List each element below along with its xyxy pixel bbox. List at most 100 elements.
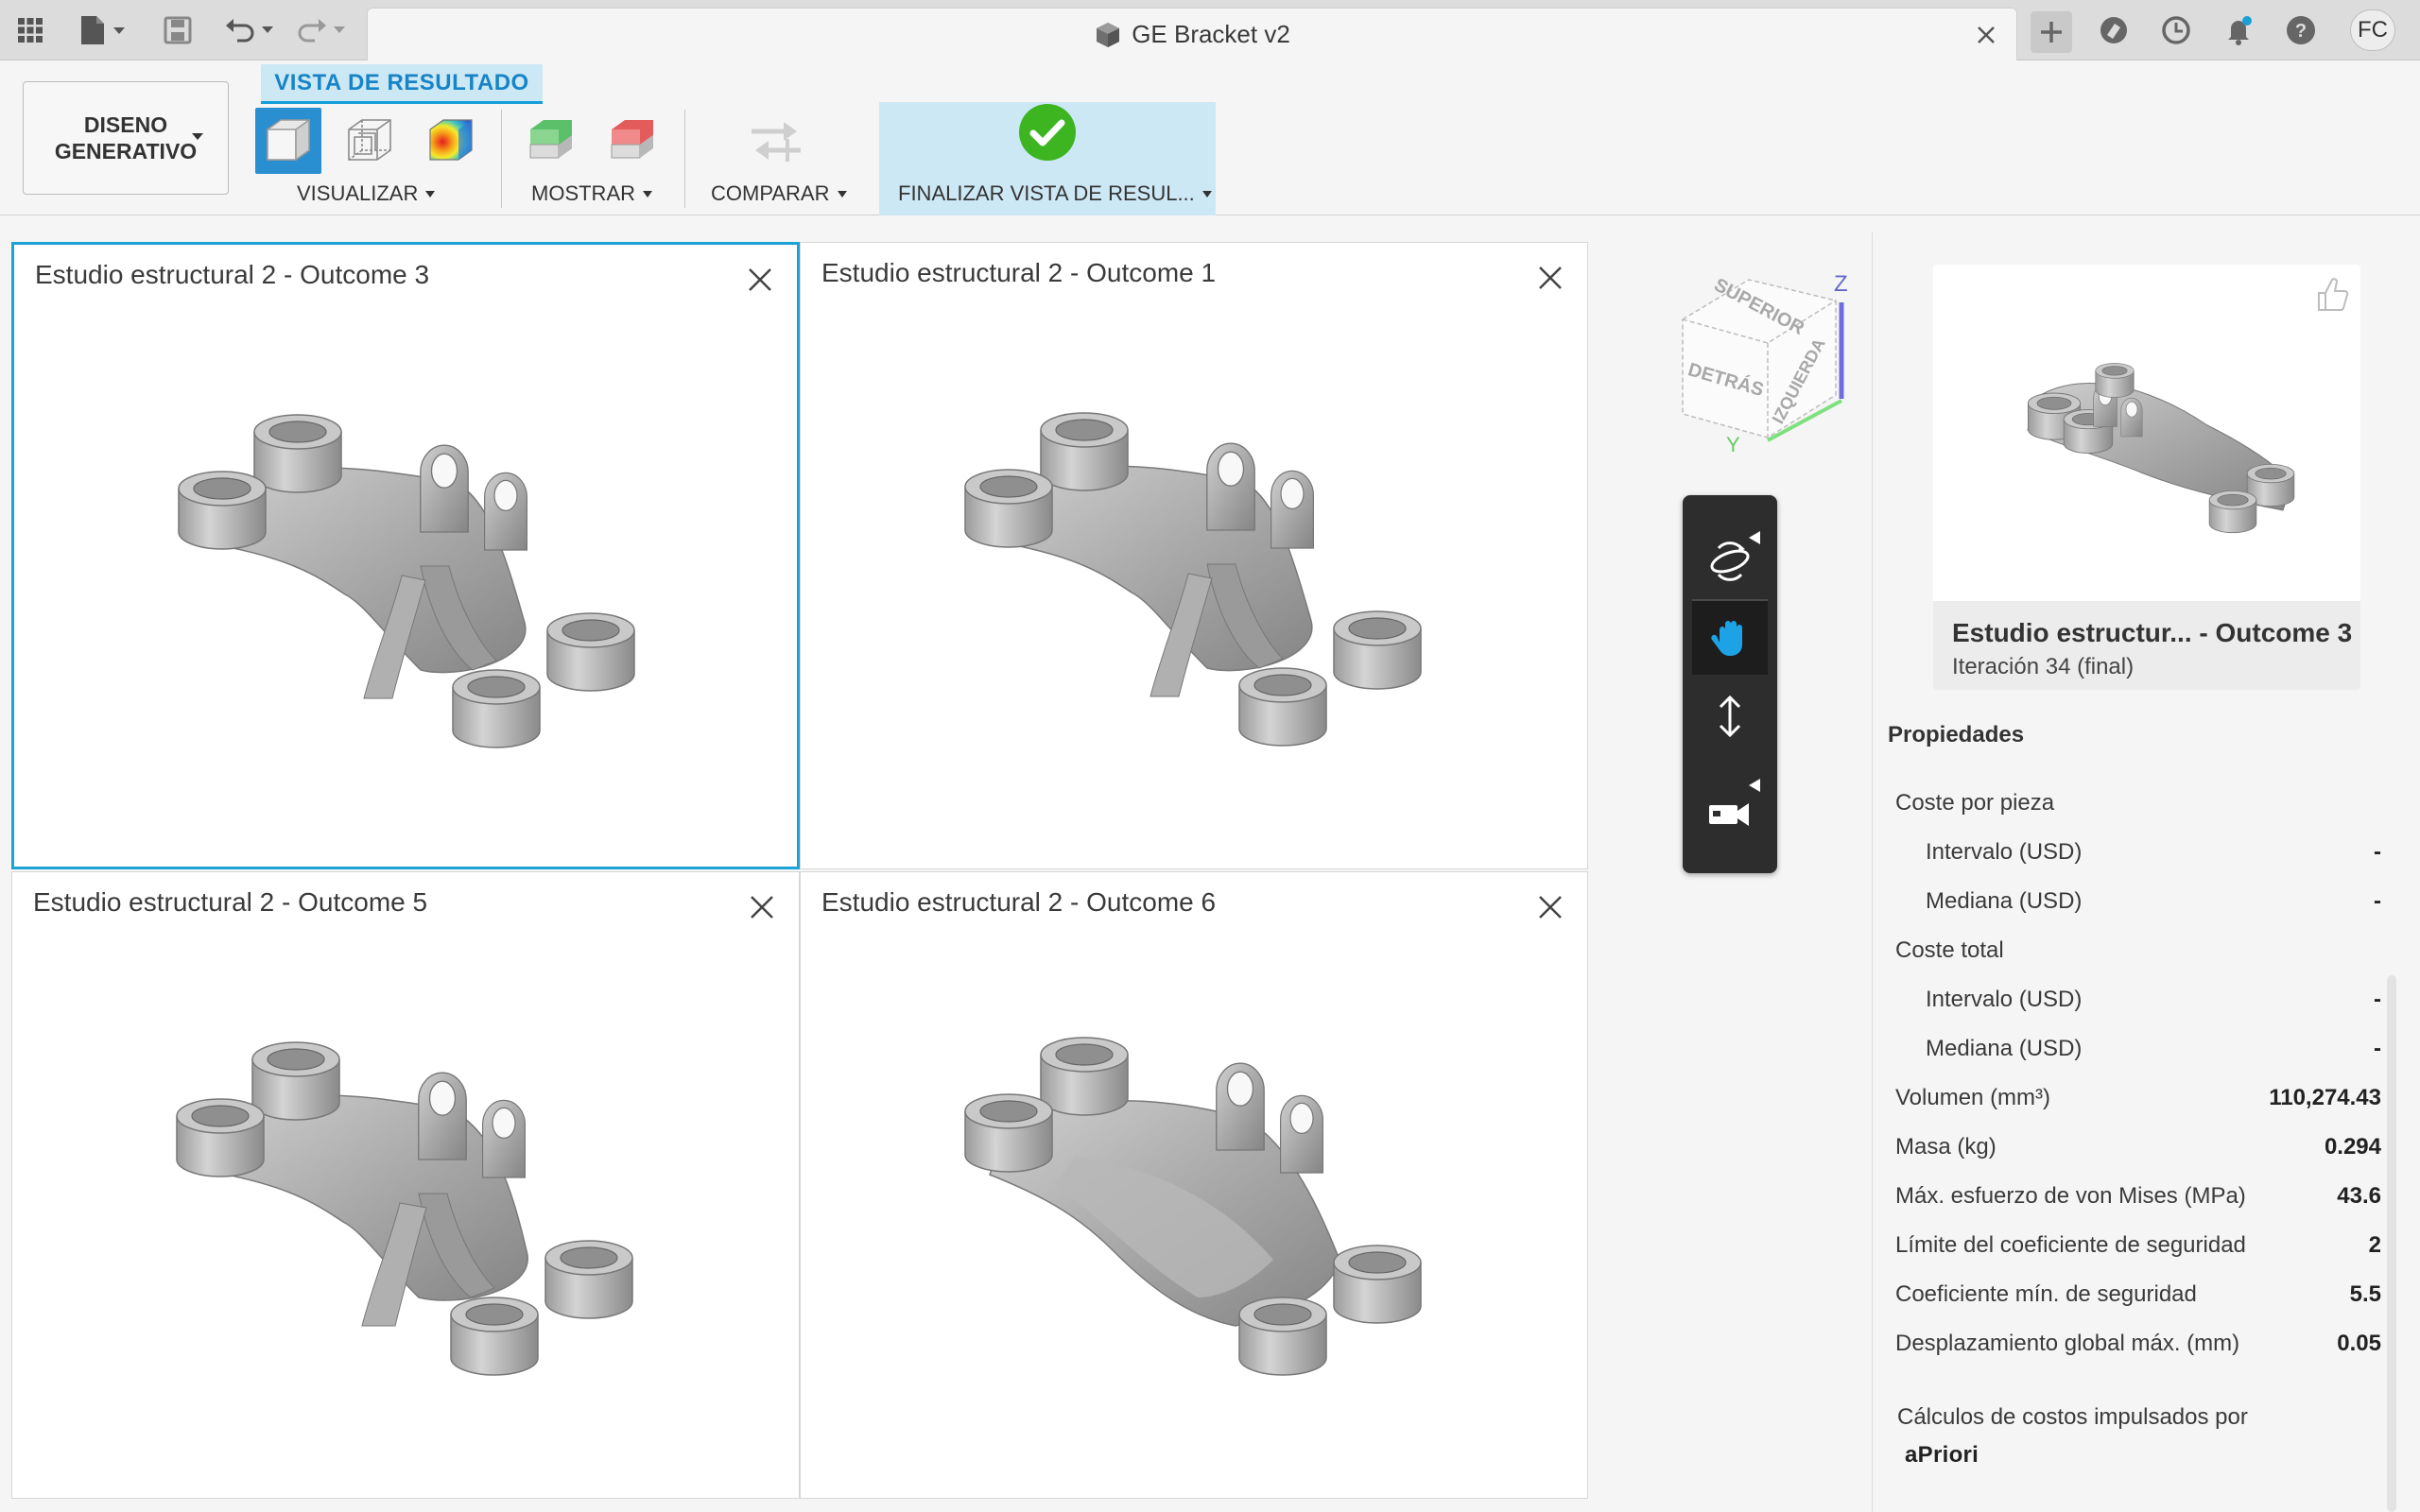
help-icon[interactable]: ? — [2282, 11, 2320, 49]
property-label: Mediana (USD) — [1926, 1036, 2083, 1061]
property-label: Coeficiente mín. de seguridad — [1895, 1281, 2197, 1307]
apriori-logo: aPriori — [1905, 1442, 1979, 1468]
property-row: Mediana (USD) - — [1926, 881, 2381, 922]
chevron-down-icon — [425, 190, 436, 198]
show-red-body-icon[interactable] — [599, 108, 666, 174]
camera-menu-arrow-icon[interactable] — [1749, 779, 1760, 792]
property-label: Coste total — [1895, 937, 2004, 963]
finish-result-view-group[interactable]: FINALIZAR VISTA DE RESUL... — [879, 102, 1216, 215]
property-label: Intervalo (USD) — [1926, 839, 2083, 865]
compare-arrows-icon[interactable] — [743, 108, 809, 174]
z-axis-label: Z — [1834, 271, 1848, 297]
property-value: 43.6 — [2337, 1183, 2381, 1209]
orbit-menu-arrow-icon[interactable] — [1749, 531, 1760, 544]
workspace-label: DISENO GENERATIVO — [54, 112, 198, 163]
show-green-body-icon[interactable] — [518, 108, 584, 174]
file-menu-icon[interactable] — [74, 11, 130, 49]
property-value: 2 — [2368, 1232, 2381, 1258]
orbit-button[interactable] — [1692, 524, 1768, 599]
ribbon-toolbar: DISENO GENERATIVO VISTA DE RESULTADO VIS… — [0, 60, 2420, 215]
bracket-model-render[interactable] — [147, 387, 676, 783]
viewport-outcome-6[interactable]: Estudio estructural 2 - Outcome 6 — [800, 871, 1588, 1499]
outcome-card[interactable]: Estudio estructur... - Outcome 3 Iteraci… — [1933, 265, 2360, 690]
property-label: Máx. esfuerzo de von Mises (MPa) — [1895, 1183, 2246, 1209]
show-group-label[interactable]: MOSTRAR — [531, 181, 652, 206]
viewport-outcome-3[interactable]: Estudio estructural 2 - Outcome 3 — [11, 242, 800, 869]
viewport-outcome-5[interactable]: Estudio estructural 2 - Outcome 5 — [11, 871, 800, 1499]
property-row: Límite del coeficiente de seguridad 2 — [1895, 1225, 2381, 1266]
close-icon[interactable] — [744, 264, 776, 296]
chevron-down-icon — [837, 190, 847, 198]
property-value: 110,274.43 — [2269, 1085, 2381, 1110]
pan-button[interactable] — [1692, 599, 1768, 675]
document-title: GE Bracket v2 — [1132, 20, 1290, 48]
app-grid-icon[interactable] — [11, 11, 49, 49]
zoom-button[interactable] — [1692, 679, 1768, 754]
chevron-down-icon — [643, 190, 652, 198]
y-axis-label: Y — [1726, 433, 1740, 452]
property-label: Volumen (mm³) — [1895, 1085, 2051, 1110]
property-row: Desplazamiento global máx. (mm) 0.05 — [1895, 1323, 2381, 1365]
property-row: Coeficiente mín. de seguridad 5.5 — [1895, 1274, 2381, 1315]
property-value: - — [2374, 888, 2381, 914]
property-row: Intervalo (USD) - — [1926, 979, 2381, 1021]
save-icon[interactable] — [159, 11, 197, 49]
close-icon[interactable] — [1534, 262, 1566, 294]
properties-scrollbar[interactable] — [2387, 975, 2396, 1512]
viewport-title: Estudio estructural 2 - Outcome 1 — [821, 258, 1217, 287]
job-status-icon[interactable] — [2157, 11, 2195, 49]
undo-icon[interactable] — [221, 11, 280, 49]
zoom-arrows-icon — [1719, 695, 1741, 738]
bracket-model-render[interactable] — [933, 1014, 1462, 1411]
toolbar-divider — [684, 110, 685, 208]
property-label: Mediana (USD) — [1926, 888, 2083, 914]
chevron-down-icon — [192, 133, 203, 140]
property-row: Intervalo (USD) - — [1926, 832, 2381, 873]
thumbs-up-icon[interactable] — [2313, 272, 2351, 314]
stress-heatmap-view-icon[interactable] — [418, 108, 484, 174]
chevron-down-icon — [1201, 190, 1212, 198]
viewport-outcome-1[interactable]: Estudio estructural 2 - Outcome 1 — [800, 242, 1588, 869]
extensions-icon[interactable] — [2095, 11, 2133, 49]
property-label: Intervalo (USD) — [1926, 987, 2083, 1012]
property-value: - — [2374, 839, 2381, 865]
cost-credit-text: Cálculos de costos impulsados por — [1897, 1404, 2248, 1430]
bracket-thumbnail-render — [2027, 363, 2295, 534]
compare-group-label[interactable]: COMPARAR — [711, 181, 847, 206]
checkmark-icon — [1017, 102, 1078, 163]
tab-vista-de-resultado[interactable]: VISTA DE RESULTADO — [261, 64, 543, 104]
notifications-bell-icon[interactable] — [2220, 11, 2257, 49]
shaded-view-icon[interactable] — [255, 108, 321, 174]
property-label: Masa (kg) — [1895, 1134, 1996, 1160]
visualize-group-label[interactable]: VISUALIZAR — [297, 181, 436, 206]
svg-text:?: ? — [2295, 21, 2307, 42]
property-row: Mediana (USD) - — [1926, 1028, 2381, 1070]
property-row: Máx. esfuerzo de von Mises (MPa) 43.6 — [1895, 1176, 2381, 1217]
property-label: Límite del coeficiente de seguridad — [1895, 1232, 2246, 1258]
navigation-bar — [1683, 495, 1777, 873]
user-avatar[interactable]: FC — [2350, 9, 2395, 51]
viewcube[interactable]: SUPERIOR DETRÁS IZQUIERDA Z Y — [1673, 263, 1853, 452]
close-icon[interactable] — [746, 891, 778, 923]
redo-icon[interactable] — [293, 11, 352, 49]
viewport-title: Estudio estructural 2 - Outcome 3 — [35, 260, 430, 289]
workspace-switcher-button[interactable]: DISENO GENERATIVO — [23, 81, 229, 195]
orbit-icon — [1710, 541, 1750, 581]
property-value: 5.5 — [2349, 1281, 2381, 1307]
outcome-details-panel: Estudio estructur... - Outcome 3 Iteraci… — [1872, 232, 2420, 1512]
properties-heading: Propiedades — [1888, 722, 2025, 747]
new-tab-plus-icon[interactable] — [2031, 11, 2072, 53]
close-tab-icon[interactable] — [1971, 20, 2001, 50]
close-icon[interactable] — [1534, 891, 1566, 923]
property-value: - — [2374, 1036, 2381, 1061]
bracket-model-render[interactable] — [933, 385, 1462, 782]
camera-button[interactable] — [1692, 775, 1768, 850]
property-row: Coste por pieza — [1895, 782, 2381, 824]
outcome-card-iteration: Iteración 34 (final) — [1952, 654, 2135, 679]
property-value: 0.294 — [2324, 1134, 2381, 1160]
document-tab[interactable]: GE Bracket v2 — [367, 8, 2017, 60]
bracket-model-render[interactable] — [145, 1014, 674, 1411]
toolbar-divider — [501, 110, 502, 208]
property-value: 0.05 — [2337, 1331, 2381, 1356]
wireframe-view-icon[interactable] — [337, 108, 403, 174]
